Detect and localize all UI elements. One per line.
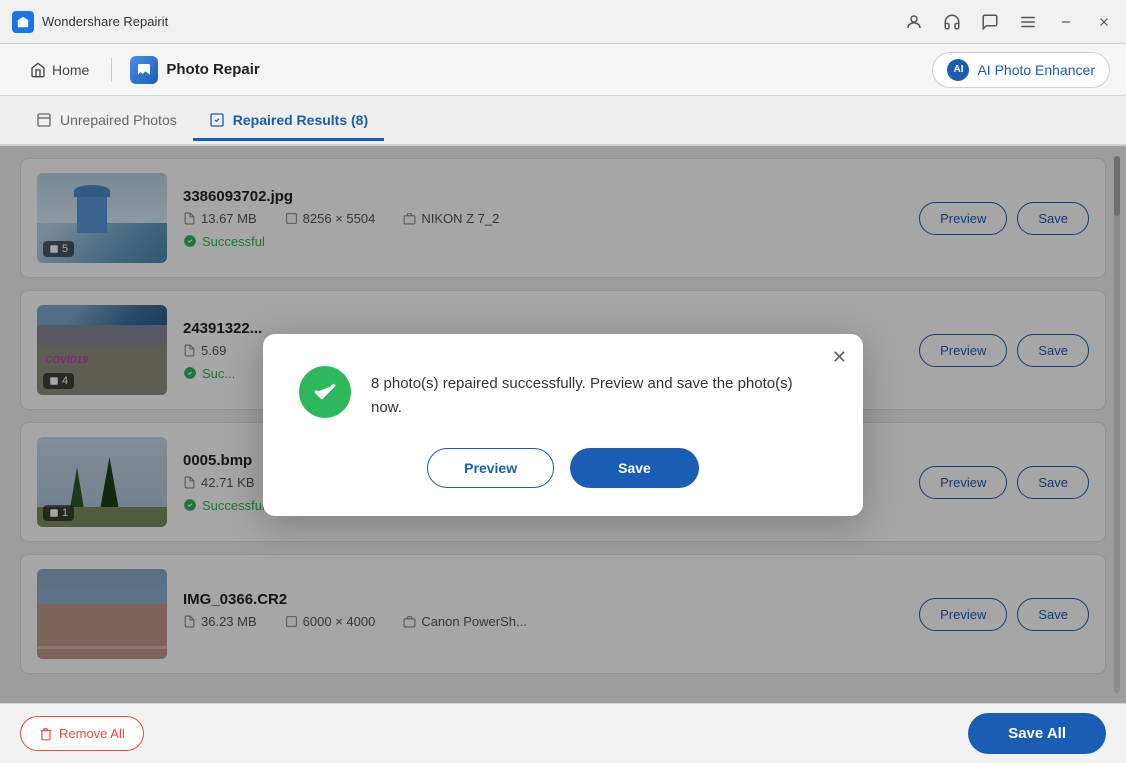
tab-unrepaired[interactable]: Unrepaired Photos [20, 102, 193, 141]
photo-repair-nav[interactable]: Photo Repair [120, 50, 269, 90]
minimize-icon[interactable] [1056, 12, 1076, 32]
remove-all-button[interactable]: Remove All [20, 716, 144, 751]
remove-all-label: Remove All [59, 726, 125, 741]
success-check-icon [299, 366, 351, 418]
modal-message: 8 photo(s) repaired successfully. Previe… [371, 366, 827, 420]
title-bar: Wondershare Repairit [0, 0, 1126, 44]
ai-enhancer-label: AI Photo Enhancer [977, 62, 1095, 78]
ai-enhancer-btn[interactable]: AI AI Photo Enhancer [932, 52, 1110, 88]
home-label: Home [52, 62, 89, 78]
window-controls [904, 12, 1114, 32]
modal-save-button[interactable]: Save [570, 448, 699, 488]
ai-badge: AI [947, 59, 969, 81]
menu-icon[interactable] [1018, 12, 1038, 32]
photo-repair-icon [130, 56, 158, 84]
save-all-button[interactable]: Save All [968, 713, 1106, 754]
app-logo [12, 11, 34, 33]
nav-separator [111, 58, 112, 82]
tab-bar: Unrepaired Photos Repaired Results (8) [0, 96, 1126, 146]
modal-actions: Preview Save [299, 448, 827, 488]
tab-repaired-label: Repaired Results (8) [233, 112, 368, 128]
modal-body: 8 photo(s) repaired successfully. Previe… [299, 366, 827, 420]
modal-overlay: ✕ 8 photo(s) repaired successfully. Prev… [0, 146, 1126, 703]
modal-preview-button[interactable]: Preview [427, 448, 554, 488]
tab-unrepaired-label: Unrepaired Photos [60, 112, 177, 128]
app-name: Wondershare Repairit [42, 14, 168, 29]
profile-icon[interactable] [904, 12, 924, 32]
bottom-bar: Remove All Save All [0, 703, 1126, 763]
success-modal: ✕ 8 photo(s) repaired successfully. Prev… [263, 334, 863, 516]
headset-icon[interactable] [942, 12, 962, 32]
main-content: 5 3386093702.jpg 13.67 MB 8256 × 5504 [0, 146, 1126, 703]
feedback-icon[interactable] [980, 12, 1000, 32]
tab-repaired[interactable]: Repaired Results (8) [193, 102, 384, 141]
nav-bar: Home Photo Repair AI AI Photo Enhancer [0, 44, 1126, 96]
nav-right: AI AI Photo Enhancer [932, 52, 1110, 88]
close-icon[interactable] [1094, 12, 1114, 32]
modal-close-button[interactable]: ✕ [832, 348, 847, 366]
home-nav[interactable]: Home [16, 56, 103, 84]
photo-repair-label: Photo Repair [166, 61, 259, 78]
